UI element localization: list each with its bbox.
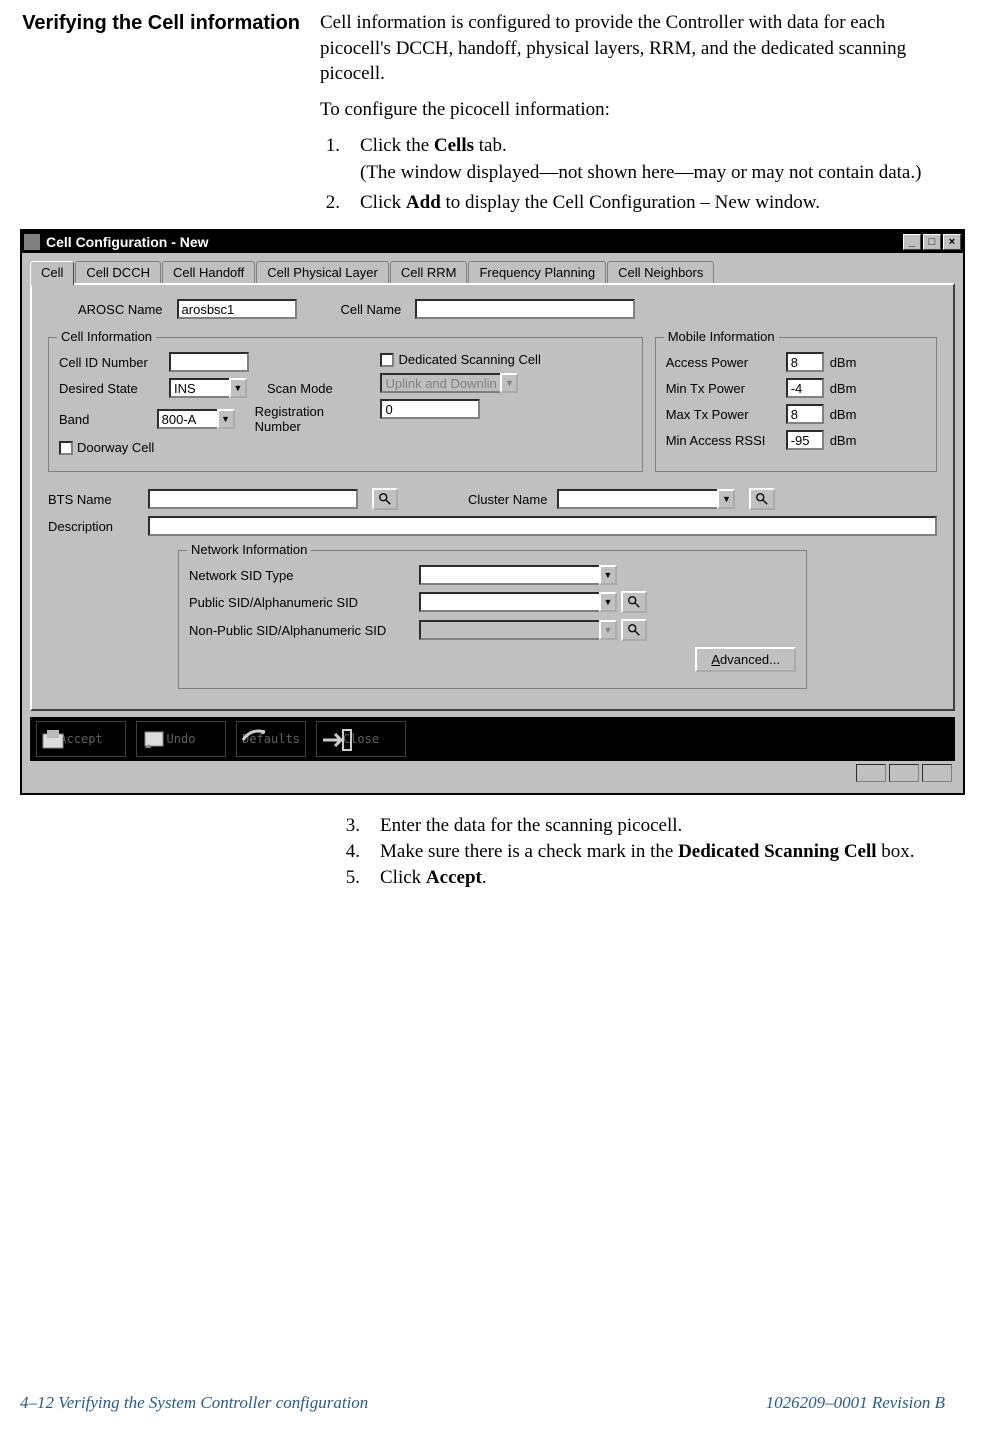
intro-paragraph-1: Cell information is configured to provid… (320, 10, 945, 87)
cluster-name-label: Cluster Name (468, 492, 547, 507)
network-sid-type-combo[interactable]: ▼ (419, 565, 617, 585)
tab-cell-handoff[interactable]: Cell Handoff (162, 261, 255, 283)
bts-lookup-button[interactable] (372, 488, 398, 510)
status-cell (889, 764, 919, 782)
scan-mode-label: Scan Mode (267, 381, 333, 396)
intro-paragraph-2: To configure the picocell information: (320, 97, 945, 123)
public-sid-combo[interactable]: ▼ (419, 592, 617, 612)
access-power-input[interactable]: 8 (786, 352, 824, 372)
chevron-down-icon[interactable]: ▼ (229, 378, 247, 398)
cell-information-legend: Cell Information (57, 329, 156, 344)
doorway-cell-checkbox[interactable] (59, 441, 73, 455)
chevron-down-icon[interactable]: ▼ (717, 489, 735, 509)
min-access-rssi-label: Min Access RSSI (666, 433, 786, 448)
magnifier-icon (378, 492, 392, 506)
advanced-button[interactable]: Advanced... (695, 647, 796, 672)
unit-dbm: dBm (830, 355, 857, 370)
cluster-name-combo[interactable]: ▼ (557, 489, 735, 509)
footer-left: 4–12 Verifying the System Controller con… (20, 1393, 368, 1413)
cell-name-label: Cell Name (341, 302, 402, 317)
chevron-down-icon[interactable]: ▼ (217, 409, 235, 429)
page-footer: 4–12 Verifying the System Controller con… (20, 1393, 945, 1413)
description-label: Description (48, 519, 138, 534)
dedicated-scanning-label: Dedicated Scanning Cell (398, 352, 540, 367)
bts-name-input[interactable] (148, 489, 358, 509)
band-label: Band (59, 412, 157, 427)
tab-cell-rrm[interactable]: Cell RRM (390, 261, 468, 283)
action-toolbar: Accept Undo Defaults Close (30, 717, 955, 761)
close-button[interactable]: × (943, 234, 961, 250)
description-input[interactable] (148, 516, 937, 536)
accept-button[interactable]: Accept (36, 721, 126, 757)
footer-right: 1026209–0001 Revision B (766, 1393, 945, 1413)
min-access-rssi-input[interactable]: -95 (786, 430, 824, 450)
registration-number-label: Registration Number (255, 404, 361, 434)
tab-strip: Cell Cell DCCH Cell Handoff Cell Physica… (30, 261, 955, 283)
band-combo[interactable]: 800-A ▼ (157, 409, 235, 429)
doorway-cell-label: Doorway Cell (77, 440, 154, 455)
step-number: 2. (320, 190, 360, 216)
step-number: 5. (340, 867, 380, 889)
chevron-down-icon[interactable]: ▼ (599, 565, 617, 585)
status-bar (30, 761, 955, 785)
tab-cell-physical-layer[interactable]: Cell Physical Layer (256, 261, 389, 283)
nonpublic-sid-label: Non-Public SID/Alphanumeric SID (189, 623, 419, 638)
cluster-lookup-button[interactable] (749, 488, 775, 510)
min-tx-power-label: Min Tx Power (666, 381, 786, 396)
chevron-down-icon[interactable]: ▼ (599, 592, 617, 612)
chevron-down-icon: ▼ (599, 620, 617, 640)
close-icon (321, 726, 355, 754)
access-power-label: Access Power (666, 355, 786, 370)
step-subtext: (The window displayed—not shown here—may… (360, 160, 945, 186)
magnifier-icon (755, 492, 769, 506)
nonpublic-sid-combo: ▼ (419, 620, 617, 640)
tab-cell-neighbors[interactable]: Cell Neighbors (607, 261, 714, 283)
window-titlebar[interactable]: Cell Configuration - New _ □ × (22, 231, 963, 253)
tab-frequency-planning[interactable]: Frequency Planning (468, 261, 606, 283)
defaults-button[interactable]: Defaults (236, 721, 306, 757)
dedicated-scanning-checkbox[interactable] (380, 353, 394, 367)
arosc-name-label: AROSC Name (78, 302, 163, 317)
minimize-button[interactable]: _ (903, 234, 921, 250)
system-menu-icon[interactable] (24, 234, 40, 250)
status-cell (856, 764, 886, 782)
desired-state-label: Desired State (59, 381, 169, 396)
cell-config-window: Cell Configuration - New _ □ × Cell Cell… (20, 229, 965, 795)
magnifier-icon (627, 595, 641, 609)
network-information-legend: Network Information (187, 542, 311, 557)
registration-number-input[interactable]: 0 (380, 399, 480, 419)
public-sid-lookup-button[interactable] (621, 591, 647, 613)
tab-cell-dcch[interactable]: Cell DCCH (75, 261, 161, 283)
intro-body: Cell information is configured to provid… (320, 10, 945, 219)
bts-name-label: BTS Name (48, 492, 138, 507)
cell-id-label: Cell ID Number (59, 355, 169, 370)
tab-cell[interactable]: Cell (30, 261, 74, 285)
step-number: 3. (340, 815, 380, 837)
arosc-name-input[interactable]: arosbsc1 (177, 299, 297, 319)
max-tx-power-label: Max Tx Power (666, 407, 786, 422)
window-title: Cell Configuration - New (46, 234, 209, 250)
scan-mode-combo: Uplink and Downlin ▼ (380, 373, 518, 393)
nonpublic-sid-lookup-button[interactable] (621, 619, 647, 641)
desired-state-combo[interactable]: INS ▼ (169, 378, 247, 398)
cell-name-input[interactable] (415, 299, 635, 319)
min-tx-power-input[interactable]: -4 (786, 378, 824, 398)
close-tool-button[interactable]: Close (316, 721, 406, 757)
accept-icon (41, 726, 69, 754)
defaults-icon (241, 726, 269, 746)
public-sid-label: Public SID/Alphanumeric SID (189, 595, 419, 610)
magnifier-icon (627, 623, 641, 637)
section-heading: Verifying the Cell information (20, 10, 300, 219)
cell-id-input[interactable] (169, 352, 249, 372)
network-sid-type-label: Network SID Type (189, 568, 419, 583)
status-cell (922, 764, 952, 782)
chevron-down-icon: ▼ (500, 373, 518, 393)
step-number: 4. (340, 841, 380, 863)
maximize-button[interactable]: □ (923, 234, 941, 250)
max-tx-power-input[interactable]: 8 (786, 404, 824, 424)
mobile-information-legend: Mobile Information (664, 329, 779, 344)
undo-icon (141, 726, 169, 754)
step-number: 1. (320, 133, 360, 186)
undo-button[interactable]: Undo (136, 721, 226, 757)
